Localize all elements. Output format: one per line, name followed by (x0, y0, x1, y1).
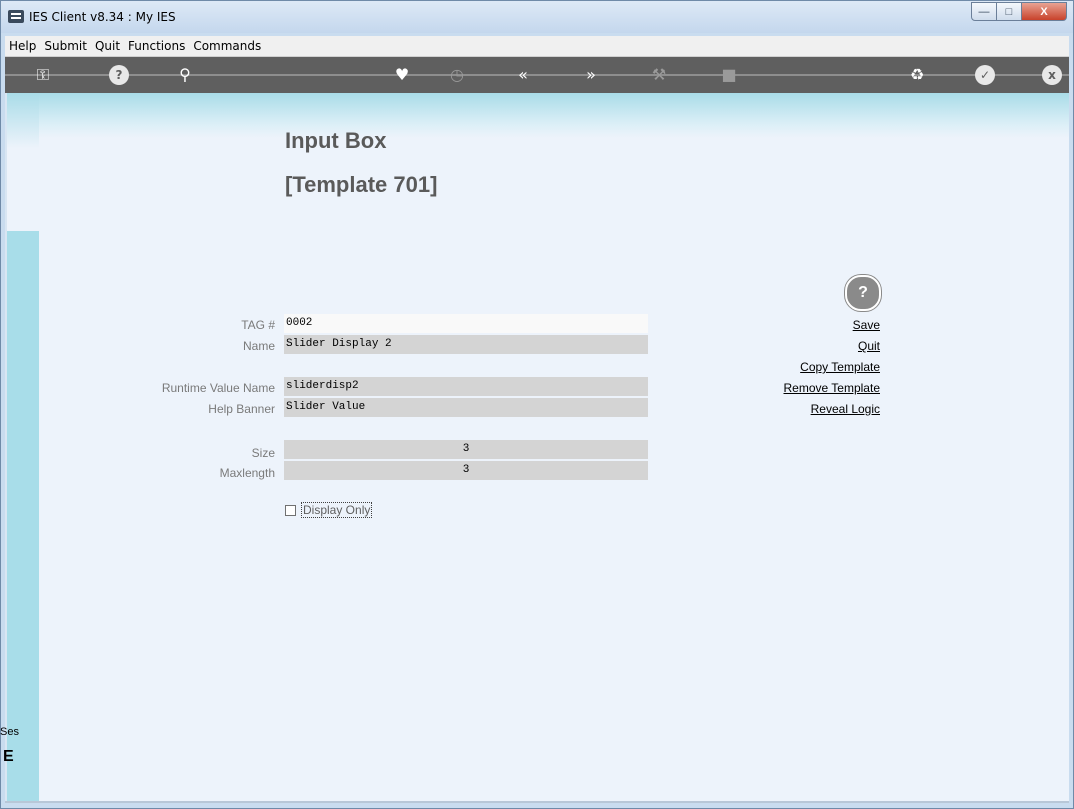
session-icon[interactable]: E (3, 748, 14, 766)
check-icon[interactable]: ✓ (975, 65, 995, 85)
minimize-button[interactable]: — (971, 2, 997, 21)
close-icon: X (1040, 6, 1048, 18)
remove-template-link[interactable]: Remove Template (784, 381, 881, 395)
page-subtitle: [Template 701] (285, 172, 438, 197)
menu-functions[interactable]: Functions (124, 36, 189, 53)
save-link[interactable]: Save (853, 318, 880, 332)
key-icon[interactable]: ⚿ (31, 63, 55, 87)
menu-quit[interactable]: Quit (91, 36, 124, 53)
toolbar: ⚿ ? ⚲ ♥ ◷ « » ⚒ ■ ♻ ✓ x (5, 57, 1069, 93)
page-title: Input Box (285, 128, 387, 153)
help-banner-label: Help Banner (208, 402, 275, 416)
maxlength-label: Maxlength (219, 466, 275, 480)
close-icon[interactable]: x (1042, 65, 1062, 85)
window-controls: — □ X (971, 2, 1067, 22)
help-icon[interactable]: ? (109, 65, 129, 85)
size-label: Size (251, 446, 275, 460)
help-icon[interactable]: ? (845, 275, 881, 311)
display-only-checkbox[interactable] (285, 505, 296, 516)
clock-icon[interactable]: ◷ (445, 63, 469, 87)
tag-field[interactable]: 0002 (284, 314, 648, 333)
menu-commands[interactable]: Commands (189, 36, 265, 53)
recycle-icon[interactable]: ♻ (905, 63, 929, 87)
left-border (5, 93, 7, 801)
minimize-icon: — (978, 6, 990, 18)
maximize-icon: □ (1005, 6, 1013, 18)
window-title: IES Client v8.34 : My IES (29, 10, 176, 24)
maximize-button[interactable]: □ (996, 2, 1022, 21)
left-panel-top (5, 93, 39, 231)
display-only-label[interactable]: Display Only (301, 502, 373, 518)
tools-icon[interactable]: ⚒ (647, 63, 671, 87)
status-divider (5, 801, 1069, 803)
help-banner-field[interactable]: Slider Value (284, 398, 648, 417)
search-icon[interactable]: ⚲ (173, 63, 197, 87)
rewind-icon[interactable]: « (511, 63, 535, 87)
reveal-logic-link[interactable]: Reveal Logic (811, 402, 880, 416)
name-field[interactable]: Slider Display 2 (284, 335, 648, 354)
heart-icon[interactable]: ♥ (390, 63, 414, 87)
session-label: Ses (0, 726, 19, 738)
tag-label: TAG # (241, 318, 275, 332)
forward-icon[interactable]: » (579, 63, 603, 87)
name-label: Name (242, 339, 275, 353)
menu-bar: Help Submit Quit Functions Commands (5, 36, 1069, 57)
runtime-value-name-field[interactable]: sliderdisp2 (284, 377, 648, 396)
close-window-button[interactable]: X (1021, 2, 1067, 21)
square-icon[interactable]: ■ (717, 63, 741, 87)
app-icon[interactable] (8, 10, 24, 23)
runtime-value-name-label: Runtime Value Name (161, 381, 275, 395)
title-bar: IES Client v8.34 : My IES — □ X (1, 1, 1073, 33)
quit-link[interactable]: Quit (858, 339, 880, 353)
content-header-gradient (5, 93, 1069, 138)
maxlength-field[interactable]: 3 (284, 461, 648, 480)
menu-help[interactable]: Help (5, 36, 40, 53)
copy-template-link[interactable]: Copy Template (800, 360, 880, 374)
left-panel (5, 231, 39, 801)
size-field[interactable]: 3 (284, 440, 648, 459)
menu-submit[interactable]: Submit (40, 36, 91, 53)
